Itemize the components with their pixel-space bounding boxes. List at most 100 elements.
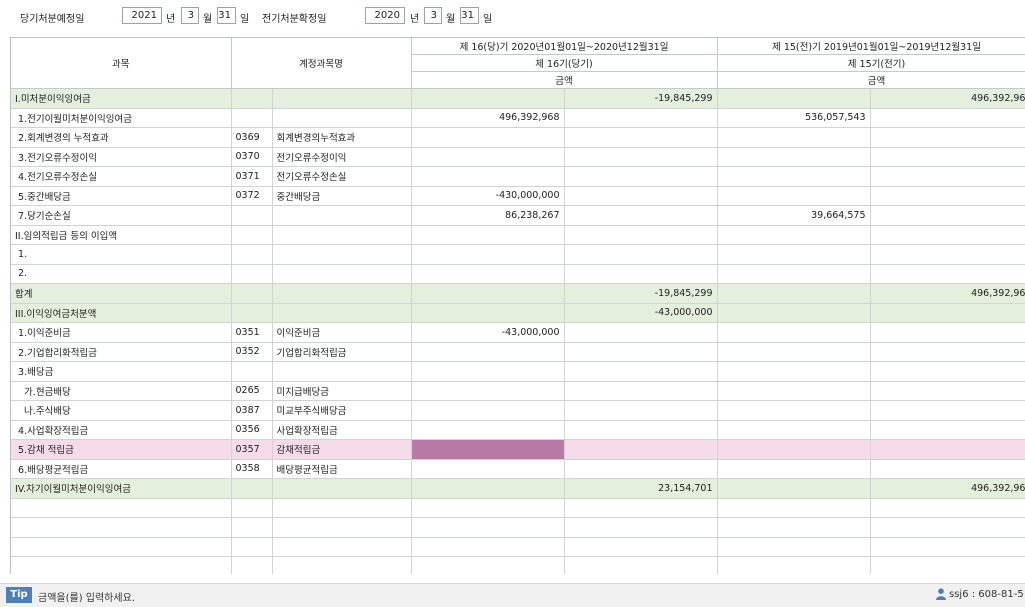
- prior-amount-cell[interactable]: [717, 166, 871, 187]
- prior-total-cell[interactable]: [870, 264, 1025, 284]
- current-amount-cell[interactable]: 86,238,267: [411, 205, 565, 226]
- prior-total-cell[interactable]: [870, 556, 1025, 574]
- prior-amount-cell[interactable]: [717, 244, 871, 265]
- prior-day-input[interactable]: 31: [460, 7, 479, 24]
- current-amount-cell[interactable]: 496,392,968: [411, 108, 565, 128]
- prior-total-cell[interactable]: 496,392,968: [870, 88, 1025, 109]
- current-total-cell[interactable]: [564, 439, 718, 460]
- current-total-cell[interactable]: [564, 264, 718, 284]
- current-amount-cell[interactable]: [411, 517, 565, 538]
- prior-amount-cell[interactable]: [717, 498, 871, 518]
- prior-amount-cell[interactable]: 39,664,575: [717, 205, 871, 226]
- current-total-cell[interactable]: [564, 147, 718, 167]
- current-amount-cell[interactable]: [411, 439, 565, 460]
- table-row[interactable]: 2.기업합리화적립금 0352 기업합리화적립금: [11, 342, 1025, 362]
- current-total-cell[interactable]: [564, 225, 718, 245]
- prior-amount-cell[interactable]: [717, 322, 871, 343]
- prior-year-input[interactable]: 2020: [365, 7, 405, 24]
- prior-amount-cell[interactable]: [717, 88, 871, 109]
- prior-amount-cell[interactable]: [717, 283, 871, 304]
- current-total-cell[interactable]: -19,845,299: [564, 283, 718, 304]
- table-row[interactable]: 3.배당금: [11, 361, 1025, 382]
- current-total-cell[interactable]: [564, 322, 718, 343]
- current-total-cell[interactable]: [564, 361, 718, 382]
- current-total-cell[interactable]: [564, 342, 718, 362]
- table-row[interactable]: 1.: [11, 244, 1025, 265]
- prior-total-cell[interactable]: 496,392,968: [870, 283, 1025, 304]
- prior-amount-cell[interactable]: [717, 459, 871, 479]
- current-total-cell[interactable]: [564, 381, 718, 401]
- current-amount-cell[interactable]: [411, 459, 565, 479]
- current-amount-cell[interactable]: [411, 478, 565, 499]
- table-row[interactable]: [11, 517, 1025, 538]
- prior-total-cell[interactable]: [870, 498, 1025, 518]
- table-row[interactable]: 2.회계변경의 누적효과 0369 회계변경의누적효과: [11, 127, 1025, 148]
- current-amount-cell[interactable]: [411, 127, 565, 148]
- prior-total-cell[interactable]: [870, 244, 1025, 265]
- prior-amount-cell[interactable]: [717, 303, 871, 323]
- current-amount-cell[interactable]: [411, 303, 565, 323]
- current-amount-cell[interactable]: [411, 342, 565, 362]
- current-amount-cell[interactable]: [411, 400, 565, 421]
- prior-total-cell[interactable]: [870, 108, 1025, 128]
- current-amount-cell[interactable]: [411, 166, 565, 187]
- current-total-cell[interactable]: [564, 244, 718, 265]
- prior-amount-cell[interactable]: [717, 186, 871, 206]
- prior-amount-cell[interactable]: [717, 147, 871, 167]
- table-row[interactable]: [11, 537, 1025, 557]
- current-amount-cell[interactable]: [411, 88, 565, 109]
- current-total-cell[interactable]: [564, 517, 718, 538]
- prior-total-cell[interactable]: [870, 342, 1025, 362]
- prior-amount-cell[interactable]: [717, 556, 871, 574]
- current-amount-cell[interactable]: [411, 556, 565, 574]
- prior-total-cell[interactable]: [870, 537, 1025, 557]
- prior-amount-cell[interactable]: [717, 537, 871, 557]
- prior-amount-cell[interactable]: [717, 127, 871, 148]
- current-total-cell[interactable]: -43,000,000: [564, 303, 718, 323]
- current-total-cell[interactable]: [564, 108, 718, 128]
- current-total-cell[interactable]: [564, 166, 718, 187]
- table-row[interactable]: 2.: [11, 264, 1025, 284]
- current-amount-cell[interactable]: [411, 147, 565, 167]
- current-total-cell[interactable]: -19,845,299: [564, 88, 718, 109]
- table-row[interactable]: 3.전기오류수정이익 0370 전기오류수정이익: [11, 147, 1025, 167]
- prior-total-cell[interactable]: [870, 225, 1025, 245]
- table-row[interactable]: 5.중간배당금 0372 중간배당금 -430,000,000: [11, 186, 1025, 206]
- current-total-cell[interactable]: 23,154,701: [564, 478, 718, 499]
- table-row[interactable]: 4.전기오류수정손실 0371 전기오류수정손실: [11, 166, 1025, 187]
- current-amount-cell[interactable]: -430,000,000: [411, 186, 565, 206]
- prior-amount-cell[interactable]: [717, 225, 871, 245]
- table-row[interactable]: 7.당기순손실 86,238,267 39,664,575: [11, 205, 1025, 226]
- current-total-cell[interactable]: [564, 537, 718, 557]
- prior-amount-cell[interactable]: [717, 381, 871, 401]
- table-row[interactable]: [11, 556, 1025, 574]
- table-row[interactable]: 4.사업확장적립금 0356 사업확장적립금: [11, 420, 1025, 440]
- current-amount-cell[interactable]: [411, 225, 565, 245]
- current-amount-cell[interactable]: [411, 420, 565, 440]
- table-row[interactable]: 1.전기이월미처분이익잉여금 496,392,968 536,057,543: [11, 108, 1025, 128]
- prior-amount-cell[interactable]: 536,057,543: [717, 108, 871, 128]
- current-total-cell[interactable]: [564, 205, 718, 226]
- current-total-cell[interactable]: [564, 127, 718, 148]
- current-amount-cell[interactable]: [411, 381, 565, 401]
- prior-total-cell[interactable]: [870, 205, 1025, 226]
- current-total-cell[interactable]: [564, 420, 718, 440]
- prior-amount-cell[interactable]: [717, 361, 871, 382]
- table-row[interactable]: III.이익잉여금처분액 -43,000,000: [11, 303, 1025, 323]
- current-total-cell[interactable]: [564, 186, 718, 206]
- current-amount-cell[interactable]: [411, 537, 565, 557]
- prior-total-cell[interactable]: [870, 147, 1025, 167]
- prior-amount-cell[interactable]: [717, 342, 871, 362]
- current-total-cell[interactable]: [564, 498, 718, 518]
- prior-month-input[interactable]: 3: [424, 7, 442, 24]
- current-amount-cell[interactable]: [411, 264, 565, 284]
- prior-total-cell[interactable]: [870, 303, 1025, 323]
- prior-total-cell[interactable]: [870, 459, 1025, 479]
- table-row[interactable]: IV.차기이월미처분이익잉여금 23,154,701 496,392,968: [11, 478, 1025, 499]
- current-total-cell[interactable]: [564, 459, 718, 479]
- prior-total-cell[interactable]: [870, 127, 1025, 148]
- current-amount-cell[interactable]: [411, 498, 565, 518]
- prior-amount-cell[interactable]: [717, 420, 871, 440]
- prior-amount-cell[interactable]: [717, 478, 871, 499]
- current-amount-cell[interactable]: -43,000,000: [411, 322, 565, 343]
